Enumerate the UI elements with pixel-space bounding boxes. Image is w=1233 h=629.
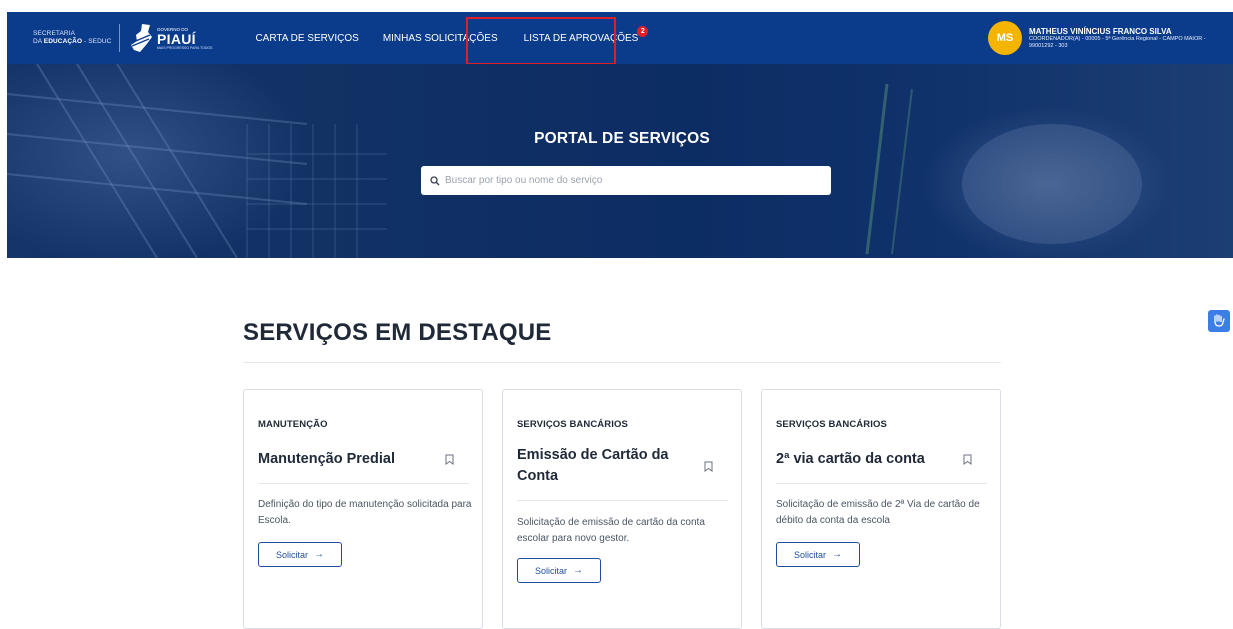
card-description: Solicitação de emissão de cartão da cont… <box>517 517 705 544</box>
service-card-emissao-cartao: SERVIÇOS BANCÁRIOS Emissão de Cartão da … <box>502 389 742 629</box>
button-label: Solicitar <box>275 549 308 560</box>
seduc-line2-bold: EDUCAÇÃO <box>43 38 83 45</box>
seduc-line2-suffix: - SEDUC <box>82 38 112 45</box>
seduc-logo: SECRETARIA DA EDUCAÇÃO - SEDUC <box>33 30 115 46</box>
button-label: Solicitar <box>534 565 567 576</box>
hero-banner: PORTAL DE SERVIÇOS <box>7 64 1233 258</box>
accessibility-widget-button[interactable] <box>1208 310 1230 332</box>
gov-slogan: MAIS PROGRESSO PARA TODOS <box>157 45 213 50</box>
piaui-logo: GOVERNO DO PIAUÍ MAIS PROGRESSO PARA TOD… <box>128 23 212 53</box>
seduc-line2-prefix: DA <box>33 38 44 45</box>
logo-divider <box>119 24 120 52</box>
solicitar-button[interactable]: Solicitar → <box>776 542 860 567</box>
arrow-right-icon: → <box>314 549 324 560</box>
service-card-manutencao-predial: MANUTENÇÃO Manutenção Predial Definição … <box>243 389 483 629</box>
sign-language-icon <box>1214 314 1225 327</box>
card-description: Definição do tipo de manutenção solicita… <box>258 499 472 526</box>
nav-carta-de-servicos[interactable]: CARTA DE SERVIÇOS <box>255 33 358 44</box>
arrow-right-icon: → <box>573 565 583 576</box>
card-category: SERVIÇOS BANCÁRIOS <box>517 419 628 430</box>
search-input[interactable] <box>445 175 815 186</box>
arrow-right-icon: → <box>832 549 842 560</box>
card-divider <box>776 483 987 484</box>
card-title[interactable]: 2ª via cartão da conta <box>776 449 951 470</box>
user-name: MATHEUS VINÍNCIUS FRANCO SILVA <box>1029 26 1172 36</box>
card-category: SERVIÇOS BANCÁRIOS <box>776 419 887 430</box>
highlight-box <box>466 17 616 65</box>
solicitar-button[interactable]: Solicitar → <box>517 558 601 583</box>
avatar[interactable]: MS <box>988 21 1022 55</box>
card-divider <box>517 500 728 501</box>
seduc-line1: SECRETARIA <box>33 30 76 37</box>
bookmark-icon[interactable] <box>445 454 454 465</box>
notification-badge: 2 <box>637 25 649 37</box>
user-profile[interactable]: MS MATHEUS VINÍNCIUS FRANCO SILVA COORDE… <box>988 12 1219 64</box>
solicitar-button[interactable]: Solicitar → <box>258 542 342 567</box>
card-title[interactable]: Emissão de Cartão da Conta <box>517 445 692 487</box>
card-divider <box>258 483 469 484</box>
piaui-map-icon <box>130 24 152 52</box>
card-category: MANUTENÇÃO <box>258 419 328 430</box>
logo-area[interactable]: SECRETARIA DA EDUCAÇÃO - SEDUC GOVERNO D… <box>33 23 212 53</box>
card-description: Solicitação de emissão de 2ª Via de cart… <box>776 499 980 526</box>
page-title: PORTAL DE SERVIÇOS <box>534 130 710 147</box>
bookmark-icon[interactable] <box>704 461 713 472</box>
section-title: SERVIÇOS EM DESTAQUE <box>243 319 552 346</box>
state-name: PIAUÍ <box>157 30 196 47</box>
bookmark-icon[interactable] <box>963 454 972 465</box>
user-role: COORDENADOR(A) - 00005 - 5ª Gerência Reg… <box>1029 35 1206 49</box>
service-card-segunda-via-cartao: SERVIÇOS BANCÁRIOS 2ª via cartão da cont… <box>761 389 1001 629</box>
button-label: Solicitar <box>793 549 826 560</box>
card-title[interactable]: Manutenção Predial <box>258 449 433 470</box>
user-info: MATHEUS VINÍNCIUS FRANCO SILVA COORDENAD… <box>1029 27 1219 50</box>
hero-overlay <box>7 64 1233 258</box>
top-navbar: SECRETARIA DA EDUCAÇÃO - SEDUC GOVERNO D… <box>7 12 1233 64</box>
search-bar[interactable] <box>421 166 831 195</box>
search-icon <box>430 175 440 185</box>
section-divider <box>243 362 1001 363</box>
